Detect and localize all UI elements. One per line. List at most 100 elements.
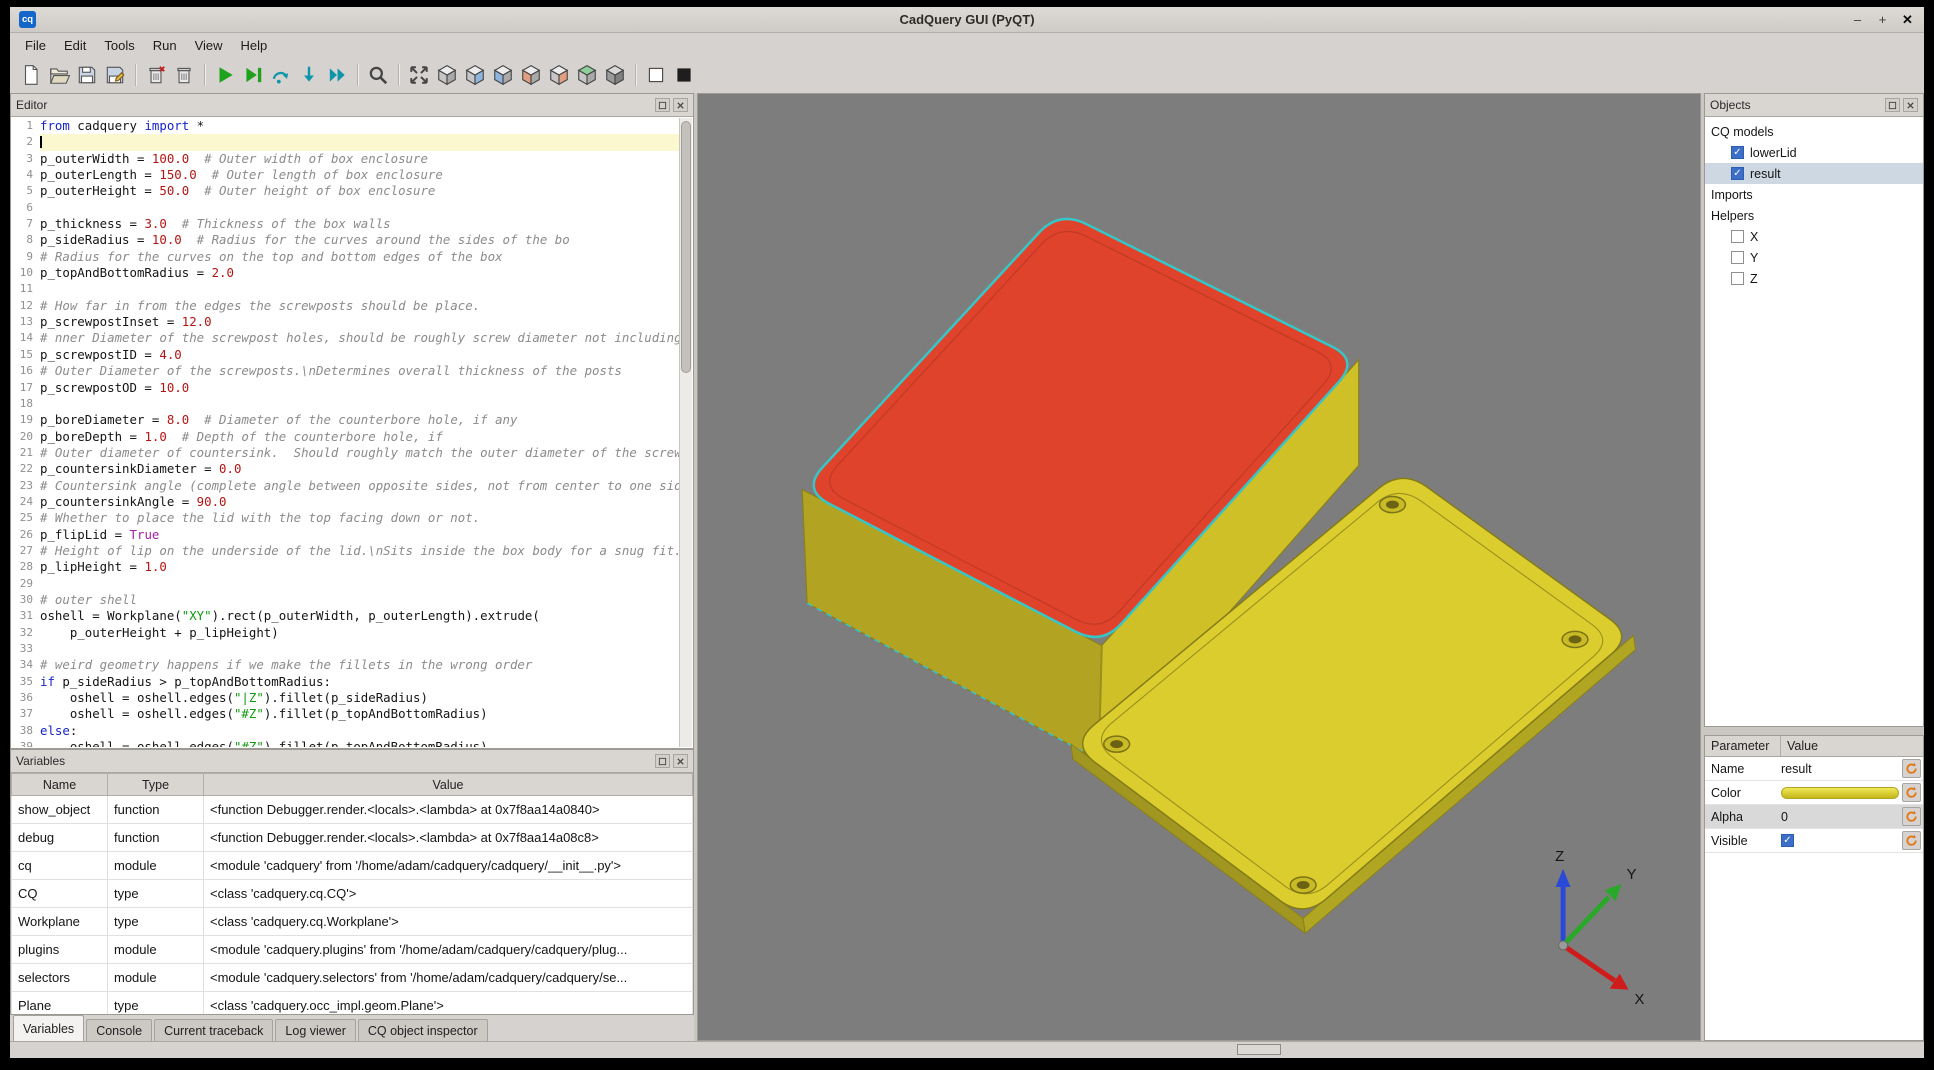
reset-button[interactable] (1902, 831, 1921, 850)
table-row[interactable]: CQtype<class 'cadquery.cq.CQ'> (12, 880, 693, 908)
code-line[interactable]: 1from cadquery import * (12, 118, 679, 134)
clean-button[interactable] (142, 61, 170, 89)
scrollbar-thumb[interactable] (681, 121, 691, 373)
z-checkbox[interactable] (1731, 272, 1744, 285)
tree-item-lowerlid[interactable]: ✓lowerLid (1705, 142, 1923, 163)
open-file-button[interactable] (45, 61, 73, 89)
code-line[interactable]: 13p_screwpostInset = 12.0 (12, 314, 679, 330)
lowerlid-checkbox[interactable]: ✓ (1731, 146, 1744, 159)
editor-float-button[interactable] (655, 98, 670, 112)
param-value[interactable]: result (1781, 762, 1902, 776)
table-row[interactable]: pluginsmodule<module 'cadquery.plugins' … (12, 936, 693, 964)
view-bottom-button[interactable] (601, 61, 629, 89)
editor-close-button[interactable] (673, 98, 688, 112)
result-checkbox[interactable]: ✓ (1731, 167, 1744, 180)
continue-button[interactable] (323, 61, 351, 89)
code-line[interactable]: 15p_screwpostID = 4.0 (12, 347, 679, 363)
tab-log-viewer[interactable]: Log viewer (275, 1019, 355, 1041)
code-line[interactable]: 33 (12, 641, 679, 657)
objects-float-button[interactable] (1885, 98, 1900, 112)
new-file-button[interactable] (17, 61, 45, 89)
shaded-mode-button[interactable] (670, 61, 698, 89)
tree-item-z[interactable]: Z (1705, 268, 1923, 289)
menu-view[interactable]: View (186, 36, 232, 55)
code-line[interactable]: 25# Whether to place the lid with the to… (12, 510, 679, 526)
tab-variables[interactable]: Variables (13, 1015, 84, 1041)
code-line[interactable]: 5p_outerHeight = 50.0 # Outer height of … (12, 183, 679, 199)
code-line[interactable]: 8p_sideRadius = 10.0 # Radius for the cu… (12, 232, 679, 248)
code-line[interactable]: 29 (12, 576, 679, 592)
vars-col-type[interactable]: Type (108, 774, 204, 796)
fit-all-button[interactable] (405, 61, 433, 89)
code-line[interactable]: 32 p_outerHeight + p_lipHeight) (12, 625, 679, 641)
table-row[interactable]: cqmodule<module 'cadquery' from '/home/a… (12, 852, 693, 880)
step-button[interactable] (267, 61, 295, 89)
table-row[interactable]: selectorsmodule<module 'cadquery.selecto… (12, 964, 693, 992)
code-line[interactable]: 26p_flipLid = True (12, 527, 679, 543)
code-editor[interactable]: 1from cadquery import *23p_outerWidth = … (12, 118, 679, 747)
objects-close-button[interactable] (1903, 98, 1918, 112)
view-left-button[interactable] (517, 61, 545, 89)
view-back-button[interactable] (489, 61, 517, 89)
param-value[interactable]: ✓ (1781, 834, 1902, 847)
code-line[interactable]: 23# Countersink angle (complete angle be… (12, 478, 679, 494)
code-line[interactable]: 4p_outerLength = 150.0 # Outer length of… (12, 167, 679, 183)
code-line[interactable]: 20p_boreDepth = 1.0 # Depth of the count… (12, 429, 679, 445)
view-iso-button[interactable] (433, 61, 461, 89)
tab-console[interactable]: Console (86, 1019, 152, 1041)
tree-item-imports[interactable]: Imports (1705, 184, 1923, 205)
code-line[interactable]: 37 oshell = oshell.edges("#Z").fillet(p_… (12, 706, 679, 722)
reset-button[interactable] (1902, 759, 1921, 778)
variables-float-button[interactable] (655, 754, 670, 768)
table-row[interactable]: Workplanetype<class 'cadquery.cq.Workpla… (12, 908, 693, 936)
view-front-button[interactable] (461, 61, 489, 89)
code-line[interactable]: 31oshell = Workplane("XY").rect(p_outerW… (12, 608, 679, 624)
param-value[interactable]: 0 (1781, 810, 1902, 824)
menu-edit[interactable]: Edit (55, 36, 95, 55)
tab-current-traceback[interactable]: Current traceback (154, 1019, 273, 1041)
view-top-button[interactable] (573, 61, 601, 89)
vars-col-name[interactable]: Name (12, 774, 108, 796)
step-into-button[interactable] (295, 61, 323, 89)
code-line[interactable]: 21# Outer diameter of countersink. Shoul… (12, 445, 679, 461)
code-line[interactable]: 2 (12, 134, 679, 150)
save-button[interactable] (73, 61, 101, 89)
visible-checkbox[interactable]: ✓ (1781, 834, 1794, 847)
code-line[interactable]: 22p_countersinkDiameter = 0.0 (12, 461, 679, 477)
vars-col-value[interactable]: Value (204, 774, 693, 796)
maximize-button[interactable]: + (1875, 12, 1890, 28)
code-line[interactable]: 39 oshell = oshell.edges("#Z").fillet(p_… (12, 739, 679, 747)
code-line[interactable]: 28p_lipHeight = 1.0 (12, 559, 679, 575)
run-button[interactable] (211, 61, 239, 89)
code-line[interactable]: 9# Radius for the curves on the top and … (12, 249, 679, 265)
variables-close-button[interactable] (673, 754, 688, 768)
code-line[interactable]: 7p_thickness = 3.0 # Thickness of the bo… (12, 216, 679, 232)
code-line[interactable]: 17p_screwpostOD = 10.0 (12, 380, 679, 396)
reset-button[interactable] (1902, 807, 1921, 826)
code-line[interactable]: 19p_boreDiameter = 8.0 # Diameter of the… (12, 412, 679, 428)
delete-button[interactable] (170, 61, 198, 89)
tree-item-cq-models[interactable]: CQ models (1705, 121, 1923, 142)
y-checkbox[interactable] (1731, 251, 1744, 264)
code-line[interactable]: 24p_countersinkAngle = 90.0 (12, 494, 679, 510)
3d-viewport[interactable]: Z Y X (697, 93, 1701, 1041)
code-line[interactable]: 36 oshell = oshell.edges("|Z").fillet(p_… (12, 690, 679, 706)
code-line[interactable]: 30# outer shell (12, 592, 679, 608)
zoom-fit-button[interactable] (364, 61, 392, 89)
view-right-button[interactable] (545, 61, 573, 89)
table-row[interactable]: debugfunction<function Debugger.render.<… (12, 824, 693, 852)
minimize-button[interactable]: – (1850, 12, 1865, 28)
3d-scene[interactable]: Z Y X (698, 94, 1700, 1040)
param-value[interactable] (1781, 787, 1902, 799)
code-line[interactable]: 10p_topAndBottomRadius = 2.0 (12, 265, 679, 281)
code-line[interactable]: 18 (12, 396, 679, 412)
wireframe-mode-button[interactable] (642, 61, 670, 89)
color-swatch[interactable] (1781, 787, 1899, 799)
code-line[interactable]: 16# Outer Diameter of the screwposts.\nD… (12, 363, 679, 379)
x-checkbox[interactable] (1731, 230, 1744, 243)
menu-run[interactable]: Run (144, 36, 186, 55)
tree-item-y[interactable]: Y (1705, 247, 1923, 268)
titlebar[interactable]: cq CadQuery GUI (PyQT) – + ✕ (10, 7, 1924, 33)
code-line[interactable]: 6 (12, 200, 679, 216)
code-line[interactable]: 35if p_sideRadius > p_topAndBottomRadius… (12, 674, 679, 690)
